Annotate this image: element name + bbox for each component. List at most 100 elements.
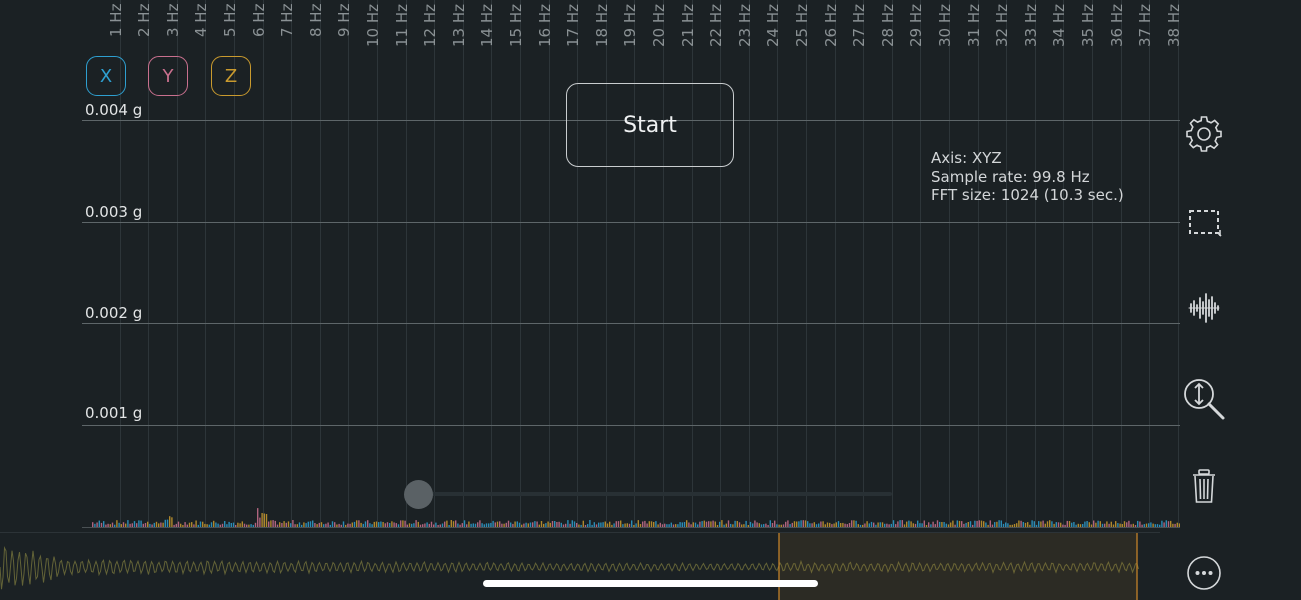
spectrum-bar [153, 522, 155, 527]
spectrum-bar [943, 522, 945, 527]
spectrum-bar [881, 522, 884, 527]
more-button[interactable] [1181, 550, 1227, 596]
spectrum-bar [613, 523, 615, 527]
spectrum-bar [558, 521, 560, 527]
spectrum-bar [798, 521, 800, 527]
spectrum-bar [967, 522, 969, 527]
spectrum-bar [316, 524, 318, 527]
spectrum-bar [356, 520, 358, 527]
spectrum-bar [1064, 524, 1066, 527]
spectrum-bar [373, 521, 375, 527]
spectrum-bar [428, 523, 430, 527]
settings-button[interactable] [1181, 111, 1227, 157]
spectrum-bar [98, 520, 100, 527]
spectrum-bar [263, 513, 265, 527]
spectrum-bar [747, 525, 749, 527]
spectrum-bar [712, 520, 714, 527]
axis-z-label: Z [224, 65, 238, 87]
spectrum-bar [831, 524, 833, 527]
spectrum-bar [1137, 520, 1139, 527]
spectrum-bar [450, 520, 452, 527]
spectrum-bar [433, 524, 435, 527]
spectrum-bar [842, 522, 844, 527]
spectrum-bar [118, 522, 120, 527]
spectrum-bar [481, 523, 483, 527]
spectrum-bar [402, 520, 404, 527]
waveform-button[interactable] [1181, 285, 1227, 331]
spectrum-bar [441, 523, 444, 527]
spectrum-bar [283, 521, 285, 527]
spectrum-bar [287, 521, 290, 527]
spectrum-bar [538, 524, 540, 527]
spectrum-bar [767, 525, 769, 527]
spectrum-bar [298, 522, 301, 527]
spectrum-bar [906, 521, 908, 527]
spectrum-bar [778, 524, 780, 527]
info-fft-size: FFT size: 1024 (10.3 sec.) [931, 186, 1124, 204]
waveform-overview[interactable] [0, 532, 1160, 600]
spectrum-bar [615, 521, 617, 527]
spectrum-bar [320, 522, 323, 527]
axis-x-toggle[interactable]: X [86, 56, 126, 96]
spectrum-bar [1018, 520, 1020, 527]
spectrum-bar [1119, 523, 1121, 527]
spectrum-bar [1154, 524, 1156, 527]
spectrum-bar [367, 520, 369, 527]
spectrum-bar [591, 524, 593, 527]
waveform-trace [0, 533, 1139, 600]
spectrum-bar [879, 522, 881, 527]
spectrum-bar [215, 522, 217, 527]
spectrum-bar [1121, 524, 1123, 527]
spectrum-bar [248, 524, 250, 527]
spectrum-bar [122, 522, 125, 527]
spectrum-bar [824, 524, 826, 527]
start-button[interactable]: Start [566, 83, 734, 167]
spectrum-bar [582, 520, 584, 527]
spectrum-bar [246, 524, 248, 527]
spectrum-bar [1079, 524, 1082, 527]
spectrum-bar [602, 522, 604, 527]
spectrum-bar [1128, 520, 1130, 527]
spectrum-bar [875, 524, 877, 527]
spectrum-bar [862, 524, 864, 527]
spectrum-bar [677, 524, 679, 527]
spectrum-bar [257, 508, 259, 527]
home-indicator[interactable] [483, 580, 818, 587]
spectrum-bar [903, 524, 906, 527]
spectrum-bar [397, 524, 400, 527]
spectrum-bar [532, 522, 534, 527]
spectrum-bar [587, 524, 589, 527]
spectrum-bar [323, 524, 325, 527]
delete-button[interactable] [1181, 463, 1227, 509]
axis-y-toggle[interactable]: Y [148, 56, 188, 96]
spectrum-bar [371, 524, 373, 527]
spectrum-bar [314, 523, 316, 527]
scroll-slider-track[interactable] [418, 492, 892, 496]
spectrum-bar [499, 521, 501, 527]
spectrum-bar [1075, 524, 1077, 527]
spectrum-bar [978, 520, 980, 527]
spectrum-bar [923, 520, 925, 527]
axis-z-toggle[interactable]: Z [211, 56, 251, 96]
spectrum-bar [1011, 524, 1013, 527]
scroll-slider-knob[interactable] [404, 480, 433, 509]
spectrum-bar [1005, 522, 1007, 527]
spectrum-bar [727, 520, 730, 527]
select-region-button[interactable] [1181, 199, 1227, 245]
info-sample-rate: Sample rate: 99.8 Hz [931, 167, 1090, 186]
spectrum-bar [820, 521, 822, 527]
spectrum-bar [644, 520, 646, 527]
spectrum-bar [789, 524, 791, 527]
spectrum-bar [413, 523, 415, 527]
spectrum-bar [285, 522, 287, 527]
spectrum-bar [701, 521, 703, 527]
spectrum-bar [743, 524, 745, 527]
spectrum-bar [358, 520, 360, 527]
spectrum-bar [771, 523, 774, 527]
trash-icon [1193, 469, 1215, 503]
spectrum-bar [195, 520, 197, 527]
spectrum-bar [415, 520, 417, 527]
spectrum-bar [507, 520, 510, 527]
spectrum-bar [228, 521, 230, 527]
vertical-zoom-button[interactable] [1181, 376, 1227, 422]
